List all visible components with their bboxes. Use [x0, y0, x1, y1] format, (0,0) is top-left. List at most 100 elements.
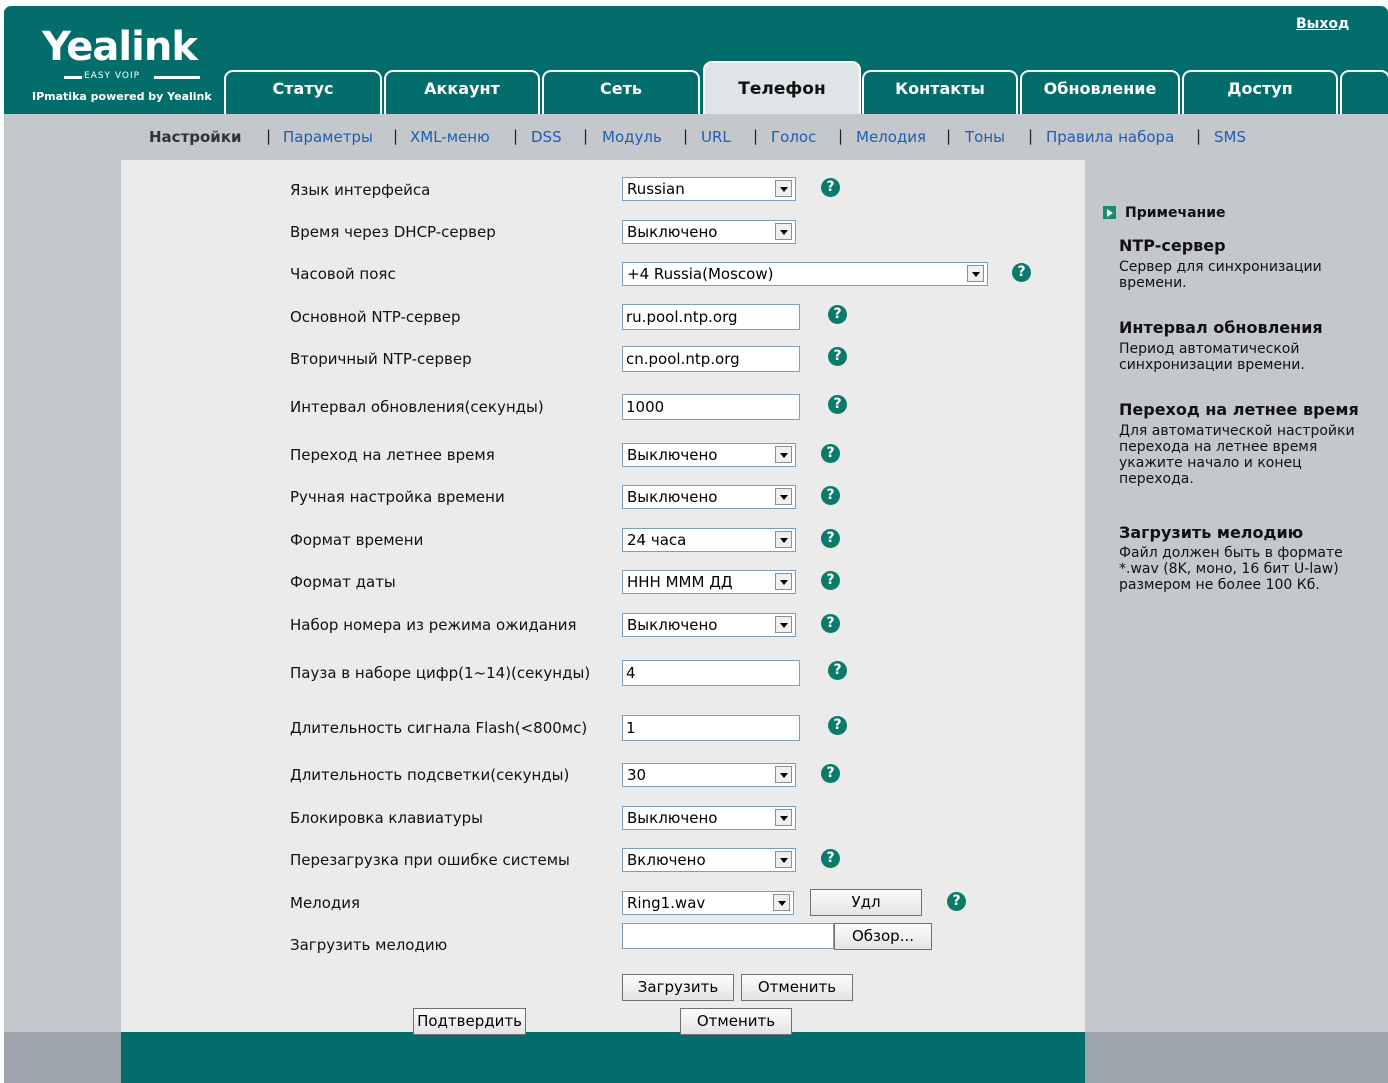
help-icon[interactable]: ?: [821, 444, 840, 463]
chevron-down-icon[interactable]: [775, 616, 792, 633]
backlight-select[interactable]: 30: [622, 763, 796, 787]
help-icon[interactable]: ?: [821, 571, 840, 590]
flash-duration-label: Длительность сигнала Flash(<800мс): [290, 719, 588, 737]
chevron-down-icon[interactable]: [773, 894, 790, 911]
update-interval-label: Интервал обновления(секунды): [290, 398, 544, 416]
chevron-down-icon[interactable]: [775, 766, 792, 783]
chevron-down-icon[interactable]: [775, 573, 792, 590]
footer-bar: [121, 1032, 1085, 1083]
chevron-down-icon[interactable]: [775, 446, 792, 463]
timezone-value: +4 Russia(Moscow): [627, 265, 774, 283]
tab-network[interactable]: Сеть: [542, 70, 700, 114]
help-icon[interactable]: ?: [828, 305, 847, 324]
ntp-secondary-input[interactable]: cn.pool.ntp.org: [622, 346, 800, 372]
browse-button[interactable]: Обзор...: [834, 923, 932, 950]
subnav-separator: |: [1196, 127, 1202, 145]
cancel-button[interactable]: Отменить: [680, 1008, 792, 1035]
chevron-down-icon[interactable]: [775, 488, 792, 505]
help-icon[interactable]: ?: [821, 614, 840, 633]
tab-status[interactable]: Статус: [224, 70, 382, 114]
left-gutter: [4, 160, 121, 1032]
upload-button[interactable]: Загрузить: [622, 974, 734, 1001]
chevron-down-icon[interactable]: [775, 531, 792, 548]
upload-ringtone-label: Загрузить мелодию: [290, 936, 448, 954]
subnav-ring[interactable]: Мелодия: [856, 128, 926, 146]
reboot-on-error-select[interactable]: Включено: [622, 848, 796, 872]
subnav-separator: |: [683, 127, 689, 145]
help-icon[interactable]: ?: [821, 486, 840, 505]
ringtone-select[interactable]: Ring1.wav: [622, 891, 794, 915]
ringtone-file-input[interactable]: [622, 923, 834, 949]
timezone-select[interactable]: +4 Russia(Moscow): [622, 262, 988, 286]
time-format-value: 24 часа: [627, 531, 687, 549]
tab-phone[interactable]: Телефон: [703, 61, 861, 114]
manual-time-value: Выключено: [627, 488, 718, 506]
help-icon[interactable]: ?: [828, 395, 847, 414]
help-icon[interactable]: ?: [1012, 263, 1031, 282]
backlight-label: Длительность подсветки(секунды): [290, 766, 570, 784]
chevron-down-icon[interactable]: [775, 809, 792, 826]
subnav-voice[interactable]: Голос: [771, 128, 816, 146]
footer-left: [4, 1032, 121, 1083]
subnav-url[interactable]: URL: [701, 128, 731, 146]
help-icon[interactable]: ?: [828, 661, 847, 680]
note-text: Для автоматической настройки перехода на…: [1119, 423, 1355, 487]
help-icon[interactable]: ?: [821, 764, 840, 783]
tab-account[interactable]: Аккаунт: [384, 70, 540, 114]
idle-dial-value: Выключено: [627, 616, 718, 634]
help-icon[interactable]: ?: [821, 178, 840, 197]
manual-time-label: Ручная настройка времени: [290, 488, 505, 506]
ntp-secondary-label: Вторичный NTP-сервер: [290, 350, 472, 368]
flash-duration-input[interactable]: 1: [622, 715, 800, 741]
idle-dial-select[interactable]: Выключено: [622, 613, 796, 637]
chevron-down-icon[interactable]: [775, 180, 792, 197]
ringtone-value: Ring1.wav: [627, 894, 706, 912]
subnav-dial-plan[interactable]: Правила набора: [1046, 128, 1174, 146]
timezone-label: Часовой пояс: [290, 265, 396, 283]
dst-select[interactable]: Выключено: [622, 443, 796, 467]
help-icon[interactable]: ?: [821, 529, 840, 548]
help-icon[interactable]: ?: [828, 716, 847, 735]
help-icon[interactable]: ?: [947, 892, 966, 911]
chevron-down-icon[interactable]: [775, 223, 792, 240]
subnav-settings[interactable]: Настройки: [149, 128, 242, 146]
delete-ringtone-button[interactable]: Удл: [810, 889, 922, 916]
note-title: Переход на летнее время: [1119, 400, 1359, 419]
easy-voip-text: EASY VOIP: [84, 71, 141, 81]
chevron-down-icon[interactable]: [967, 265, 984, 282]
subnav-separator: |: [583, 127, 589, 145]
manual-time-select[interactable]: Выключено: [622, 485, 796, 509]
subnav-tones[interactable]: Тоны: [965, 128, 1005, 146]
note-text: Период автоматической синхронизации врем…: [1119, 341, 1305, 373]
confirm-button[interactable]: Подтвердить: [413, 1008, 526, 1035]
tab-upgrade[interactable]: Обновление: [1020, 70, 1180, 114]
ntp-primary-input[interactable]: ru.pool.ntp.org: [622, 304, 800, 330]
update-interval-input[interactable]: 1000: [622, 394, 800, 420]
dhcp-time-select[interactable]: Выключено: [622, 220, 796, 244]
logout-link[interactable]: Выход: [1296, 15, 1349, 33]
yealink-logo: Yealink: [42, 24, 198, 70]
help-icon[interactable]: ?: [828, 347, 847, 366]
upload-cancel-button[interactable]: Отменить: [741, 974, 853, 1001]
tab-more[interactable]: [1340, 70, 1388, 114]
time-format-select[interactable]: 24 часа: [622, 528, 796, 552]
language-value: Russian: [627, 180, 685, 198]
language-select[interactable]: Russian: [622, 177, 796, 201]
subnav-separator: |: [513, 127, 519, 145]
date-format-select[interactable]: ННН МММ ДД: [622, 570, 796, 594]
keypad-lock-select[interactable]: Выключено: [622, 806, 796, 830]
tab-security[interactable]: Доступ: [1182, 70, 1338, 114]
tagline: IPmatika powered by Yealink: [32, 90, 212, 103]
subnav-dss[interactable]: DSS: [531, 128, 562, 146]
subnav-separator: |: [393, 127, 399, 145]
chevron-down-icon[interactable]: [775, 851, 792, 868]
subnav-xml-menu[interactable]: XML-меню: [410, 128, 490, 146]
dial-pause-input[interactable]: 4: [622, 660, 800, 686]
subnav-sms[interactable]: SMS: [1214, 128, 1246, 146]
keypad-lock-label: Блокировка клавиатуры: [290, 809, 484, 827]
subnav-preferences[interactable]: Параметры: [283, 128, 373, 146]
help-icon[interactable]: ?: [821, 849, 840, 868]
subnav-separator: |: [753, 127, 759, 145]
subnav-module[interactable]: Модуль: [602, 128, 662, 146]
tab-contacts[interactable]: Контакты: [862, 70, 1018, 114]
